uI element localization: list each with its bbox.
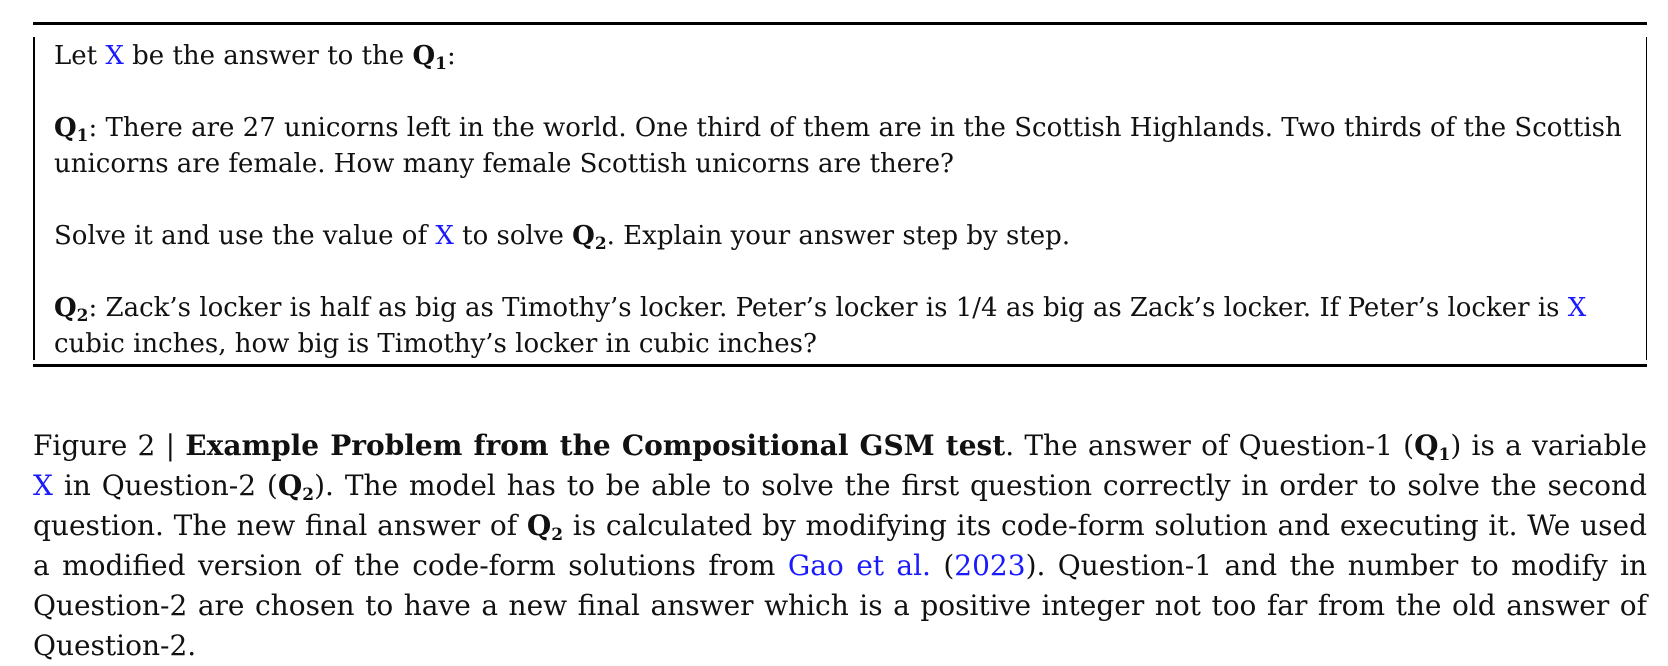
instruction-line: Solve it and use the value of X to solve… [54,221,1071,254]
variable-x: X [1567,293,1587,323]
q2-symbol: Q2 [277,469,315,505]
example-problem-box: Let X be the answer to the Q1: Q1: There… [33,22,1647,367]
q1-symbol: Q1 [412,41,447,74]
box-left-rule [33,37,35,360]
box-content: Let X be the answer to the Q1: Q1: There… [54,38,1628,362]
variable-x: X [33,469,53,502]
box-right-rule [1645,37,1647,360]
variable-x: X [435,221,454,251]
question-2: Q2: Zack’s locker is half as big as Timo… [54,293,1587,359]
question-1: Q1: There are 27 unicorns left in the wo… [54,113,1622,179]
intro-line: Let X be the answer to the Q1: [54,41,456,74]
figure-title: Example Problem from the Compositional G… [185,429,1006,462]
q1-label: Q1 [54,113,89,146]
citation-author-link[interactable]: Gao et al. [788,549,931,582]
q1-symbol: Q1 [1414,429,1451,465]
citation-year-link[interactable]: 2023 [954,549,1025,582]
q2-symbol: Q2 [572,221,607,254]
figure-caption: Figure 2 | Example Problem from the Comp… [33,429,1648,662]
variable-x: X [105,41,124,71]
q2-symbol: Q2 [526,509,564,545]
figure-label: Figure 2 | [33,429,186,462]
q2-label: Q2 [54,293,89,326]
